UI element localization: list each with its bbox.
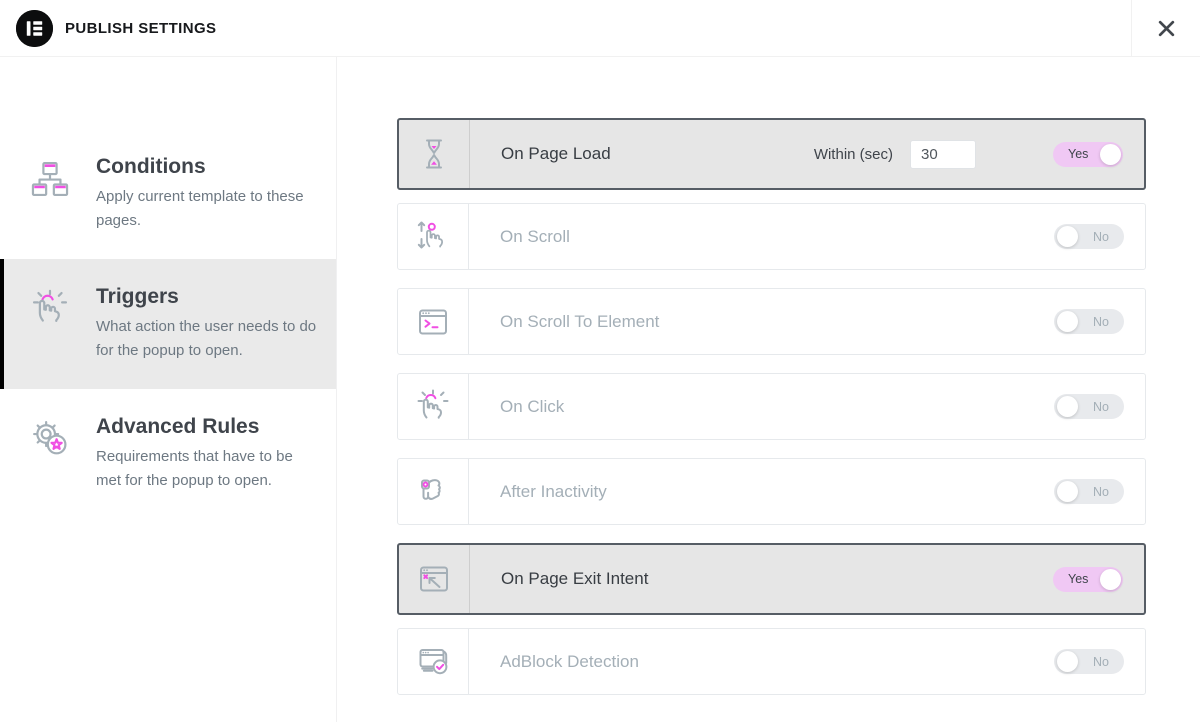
close-button[interactable] <box>1132 0 1200 56</box>
adblock-icon <box>398 629 469 694</box>
trigger-controls: No <box>1054 479 1145 504</box>
trigger-row-adblock-detection[interactable]: AdBlock Detection No <box>397 628 1146 695</box>
conditions-sitemap-icon <box>28 157 72 201</box>
sidebar: Conditions Apply current template to thes… <box>0 57 337 722</box>
toggle-state-label: Yes <box>1068 147 1088 161</box>
sidebar-item-title: Advanced Rules <box>96 415 318 439</box>
dialog-header: PUBLISH SETTINGS <box>0 0 1200 57</box>
trigger-toggle-no[interactable]: No <box>1054 394 1124 419</box>
sidebar-item-text: Conditions Apply current template to thes… <box>96 155 318 233</box>
toggle-state-label: No <box>1093 655 1109 669</box>
scroll-hand-icon <box>398 204 469 269</box>
sidebar-item-description: Requirements that have to be met for the… <box>96 445 318 493</box>
toggle-state-label: Yes <box>1068 572 1088 586</box>
trigger-label: On Page Exit Intent <box>501 569 648 589</box>
toggle-knob <box>1100 569 1121 590</box>
trigger-toggle-yes[interactable]: Yes <box>1053 142 1123 167</box>
trigger-label: On Scroll <box>500 227 570 247</box>
trigger-row-on-scroll[interactable]: On Scroll No <box>397 203 1146 270</box>
toggle-knob <box>1057 226 1078 247</box>
toggle-knob <box>1057 481 1078 502</box>
sidebar-item-advanced-rules[interactable]: Advanced Rules Requirements that have to … <box>0 389 336 519</box>
sidebar-item-title: Triggers <box>96 285 318 309</box>
trigger-row-after-inactivity[interactable]: After Inactivity No <box>397 458 1146 525</box>
toggle-state-label: No <box>1093 400 1109 414</box>
click-hand-icon <box>28 287 72 331</box>
trigger-label: AdBlock Detection <box>500 652 639 672</box>
trigger-controls: Within (sec) Yes <box>814 140 1144 169</box>
toggle-knob <box>1057 396 1078 417</box>
trigger-row-on-page-load[interactable]: On Page Load Within (sec) Yes <box>397 118 1146 190</box>
elementor-logo <box>16 10 53 47</box>
hourglass-icon <box>399 120 470 188</box>
sidebar-item-description: Apply current template to these pages. <box>96 185 318 233</box>
trigger-toggle-no[interactable]: No <box>1054 224 1124 249</box>
trigger-label: On Scroll To Element <box>500 312 659 332</box>
within-sec-input[interactable] <box>910 140 976 169</box>
click-hand-icon <box>398 374 469 439</box>
trigger-toggle-no[interactable]: No <box>1054 649 1124 674</box>
within-sec-label: Within (sec) <box>814 146 893 163</box>
trigger-controls: No <box>1054 649 1145 674</box>
trigger-label: On Click <box>500 397 564 417</box>
toggle-state-label: No <box>1093 230 1109 244</box>
exit-intent-icon <box>399 545 470 613</box>
close-icon <box>1157 19 1176 38</box>
trigger-toggle-no[interactable]: No <box>1054 479 1124 504</box>
toggle-knob <box>1100 144 1121 165</box>
trigger-label: On Page Load <box>501 144 611 164</box>
sidebar-item-triggers[interactable]: Triggers What action the user needs to do… <box>0 259 336 389</box>
trigger-controls: No <box>1054 224 1145 249</box>
toggle-knob <box>1057 311 1078 332</box>
sidebar-item-title: Conditions <box>96 155 318 179</box>
toggle-knob <box>1057 651 1078 672</box>
trigger-controls: Yes <box>1053 567 1144 592</box>
sidebar-item-text: Advanced Rules Requirements that have to … <box>96 415 318 493</box>
element-terminal-icon <box>398 289 469 354</box>
trigger-toggle-yes[interactable]: Yes <box>1053 567 1123 592</box>
sidebar-item-conditions[interactable]: Conditions Apply current template to thes… <box>0 129 336 259</box>
trigger-label: After Inactivity <box>500 482 607 502</box>
sidebar-item-description: What action the user needs to do for the… <box>96 315 318 363</box>
page-title: PUBLISH SETTINGS <box>65 20 216 37</box>
sidebar-item-text: Triggers What action the user needs to do… <box>96 285 318 363</box>
inactivity-hand-icon <box>398 459 469 524</box>
trigger-row-on-click[interactable]: On Click No <box>397 373 1146 440</box>
trigger-row-on-scroll-to-element[interactable]: On Scroll To Element No <box>397 288 1146 355</box>
trigger-controls: No <box>1054 394 1145 419</box>
toggle-state-label: No <box>1093 315 1109 329</box>
toggle-state-label: No <box>1093 485 1109 499</box>
trigger-controls: No <box>1054 309 1145 334</box>
triggers-list: On Page LoadWithin (sec)Yes On ScrollNo … <box>337 57 1200 722</box>
trigger-row-on-page-exit-intent[interactable]: On Page Exit Intent Yes <box>397 543 1146 615</box>
gear-star-icon <box>28 417 72 461</box>
trigger-toggle-no[interactable]: No <box>1054 309 1124 334</box>
